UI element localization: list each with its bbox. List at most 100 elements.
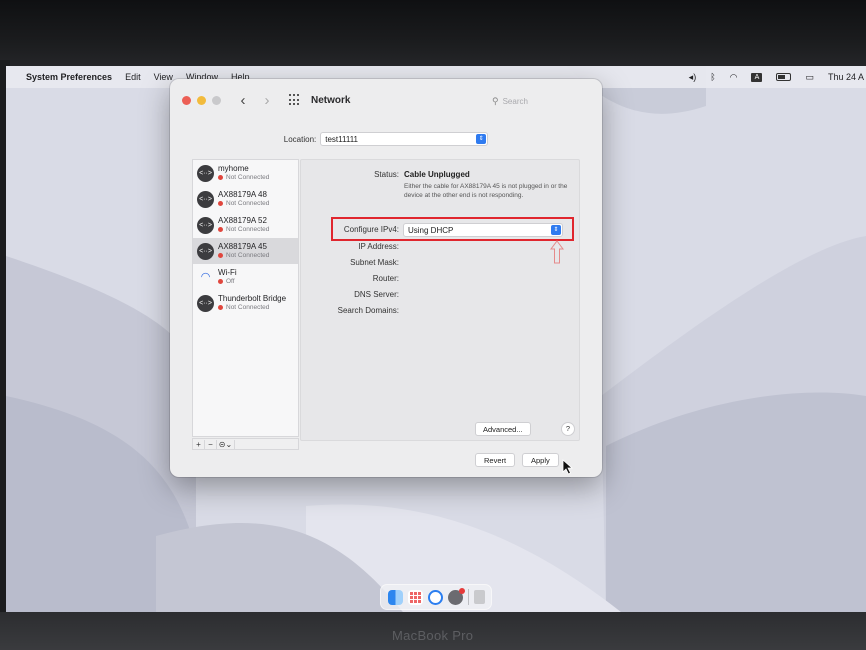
- search-domains-row: Search Domains:: [301, 304, 581, 318]
- router-label: Router:: [372, 274, 399, 283]
- service-name: Thunderbolt Bridge: [218, 294, 287, 303]
- search-field[interactable]: ⚲ Search: [492, 92, 588, 110]
- service-list: <··> myhome Not Connected <··> AX88179A …: [192, 159, 299, 437]
- launchpad-icon[interactable]: [407, 589, 423, 605]
- service-item-ax88179a-48[interactable]: <··> AX88179A 48 Not Connected: [193, 186, 298, 212]
- close-window-button[interactable]: [182, 95, 191, 105]
- service-name: myhome: [218, 164, 249, 173]
- status-dot-icon: [218, 253, 223, 258]
- back-chevron-icon[interactable]: ‹: [237, 92, 249, 109]
- subnet-mask-row: Subnet Mask:: [301, 256, 581, 270]
- menu-edit[interactable]: Edit: [125, 72, 141, 82]
- location-label: Location:: [283, 134, 317, 144]
- ip-address-row: IP Address:: [301, 240, 581, 254]
- status-label: Status:: [374, 170, 399, 179]
- remove-service-button[interactable]: −: [205, 439, 217, 449]
- volume-icon[interactable]: ◂): [689, 72, 697, 83]
- status-dot-icon: [218, 305, 223, 310]
- dock-divider: [467, 589, 469, 605]
- apply-button[interactable]: Apply: [522, 453, 559, 467]
- service-status: Not Connected: [218, 251, 269, 260]
- advanced-button[interactable]: Advanced...: [475, 422, 531, 436]
- zoom-window-button[interactable]: [212, 95, 221, 105]
- service-status: Off: [218, 277, 237, 286]
- control-center-icon[interactable]: ▭: [805, 72, 814, 83]
- service-status-text: Not Connected: [226, 226, 270, 233]
- input-source-icon[interactable]: A: [751, 72, 763, 82]
- configure-ipv4-label: Configure IPv4:: [343, 225, 399, 234]
- search-placeholder: Search: [502, 96, 528, 106]
- title-bar: ‹ › Network ⚲ Search: [170, 79, 602, 121]
- search-icon: ⚲: [492, 95, 499, 106]
- service-actions-button[interactable]: ⊝⌄: [217, 439, 235, 449]
- trash-icon[interactable]: [473, 590, 485, 604]
- service-status-text: Not Connected: [226, 200, 270, 207]
- status-dot-icon: [218, 279, 223, 284]
- service-status: Not Connected: [218, 173, 269, 182]
- status-dot-icon: [218, 201, 223, 206]
- service-item-ax88179a-45[interactable]: <··> AX88179A 45 Not Connected: [193, 238, 298, 264]
- safari-icon[interactable]: [427, 589, 443, 605]
- ethernet-icon: <··>: [197, 190, 214, 208]
- show-all-grid-icon[interactable]: [289, 94, 301, 106]
- service-status: Not Connected: [218, 199, 269, 208]
- status-value: Cable Unplugged: [404, 170, 470, 179]
- system-preferences-icon[interactable]: [447, 587, 465, 605]
- service-name: AX88179A 48: [218, 190, 267, 199]
- finder-icon[interactable]: [387, 589, 403, 605]
- service-item-thunderbolt-bridge[interactable]: <··> Thunderbolt Bridge Not Connected: [193, 290, 298, 316]
- help-button[interactable]: ?: [561, 422, 575, 436]
- network-preferences-window: ‹ › Network ⚲ Search Location: test11111…: [170, 79, 602, 477]
- service-status-text: Not Connected: [226, 174, 270, 181]
- popup-stepper-icon: ⇕: [551, 225, 561, 235]
- ethernet-icon: <··>: [197, 294, 214, 312]
- service-status-text: Off: [226, 278, 235, 285]
- battery-icon[interactable]: [776, 73, 792, 81]
- revert-button[interactable]: Revert: [475, 453, 516, 467]
- service-item-wifi[interactable]: ◠ Wi-Fi Off: [193, 264, 298, 290]
- bluetooth-icon[interactable]: ᛒ: [710, 72, 715, 82]
- camera-bezel-top: [0, 0, 866, 70]
- laptop-brand-label: MacBook Pro: [392, 628, 474, 643]
- mouse-pointer-icon: [562, 459, 574, 475]
- service-name: Wi-Fi: [218, 268, 237, 277]
- location-row: Location: test11111 ⇕: [170, 132, 602, 146]
- service-status-text: Not Connected: [226, 252, 270, 259]
- router-row: Router:: [301, 272, 581, 286]
- ip-address-label: IP Address:: [358, 242, 399, 251]
- window-controls: [182, 95, 221, 105]
- status-dot-icon: [218, 227, 223, 232]
- dns-server-label: DNS Server:: [354, 290, 399, 299]
- service-name: AX88179A 52: [218, 216, 267, 225]
- service-detail-pane: Status: Cable Unplugged Either the cable…: [300, 159, 580, 441]
- dns-server-row: DNS Server:: [301, 288, 581, 302]
- forward-chevron-icon[interactable]: ›: [261, 92, 273, 109]
- location-select[interactable]: test11111 ⇕: [320, 132, 489, 146]
- status-description: Either the cable for AX88179A 45 is not …: [404, 183, 568, 199]
- service-item-ax88179a-52[interactable]: <··> AX88179A 52 Not Connected: [193, 212, 298, 238]
- window-title: Network: [311, 94, 351, 106]
- menu-clock[interactable]: Thu 24 A: [828, 72, 864, 82]
- menu-app-name[interactable]: System Preferences: [26, 72, 112, 82]
- minimize-window-button[interactable]: [197, 95, 206, 105]
- configure-ipv4-select[interactable]: Using DHCP ⇕: [403, 223, 563, 237]
- wifi-menu-icon[interactable]: ◠: [730, 72, 738, 83]
- ethernet-icon: <··>: [197, 242, 214, 260]
- screen: System Preferences Edit View Window Help…: [6, 66, 866, 616]
- popup-stepper-icon: ⇕: [476, 134, 487, 144]
- wifi-icon: ◠: [197, 268, 214, 286]
- status-menus: ◂) ᛒ ◠ A ▭ Thu 24 A: [689, 66, 864, 88]
- configure-ipv4-value: Using DHCP: [408, 225, 454, 235]
- service-item-myhome[interactable]: <··> myhome Not Connected: [193, 160, 298, 186]
- service-name: AX88179A 45: [218, 242, 267, 251]
- subnet-mask-label: Subnet Mask:: [350, 258, 399, 267]
- service-list-toolbar: + − ⊝⌄: [192, 438, 299, 450]
- ethernet-icon: <··>: [197, 216, 214, 234]
- service-status: Not Connected: [218, 303, 286, 312]
- search-domains-label: Search Domains:: [337, 306, 399, 315]
- status-dot-icon: [218, 175, 223, 180]
- location-value: test11111: [325, 134, 358, 144]
- add-service-button[interactable]: +: [193, 439, 205, 449]
- dock: [380, 584, 492, 610]
- ethernet-icon: <··>: [197, 164, 214, 182]
